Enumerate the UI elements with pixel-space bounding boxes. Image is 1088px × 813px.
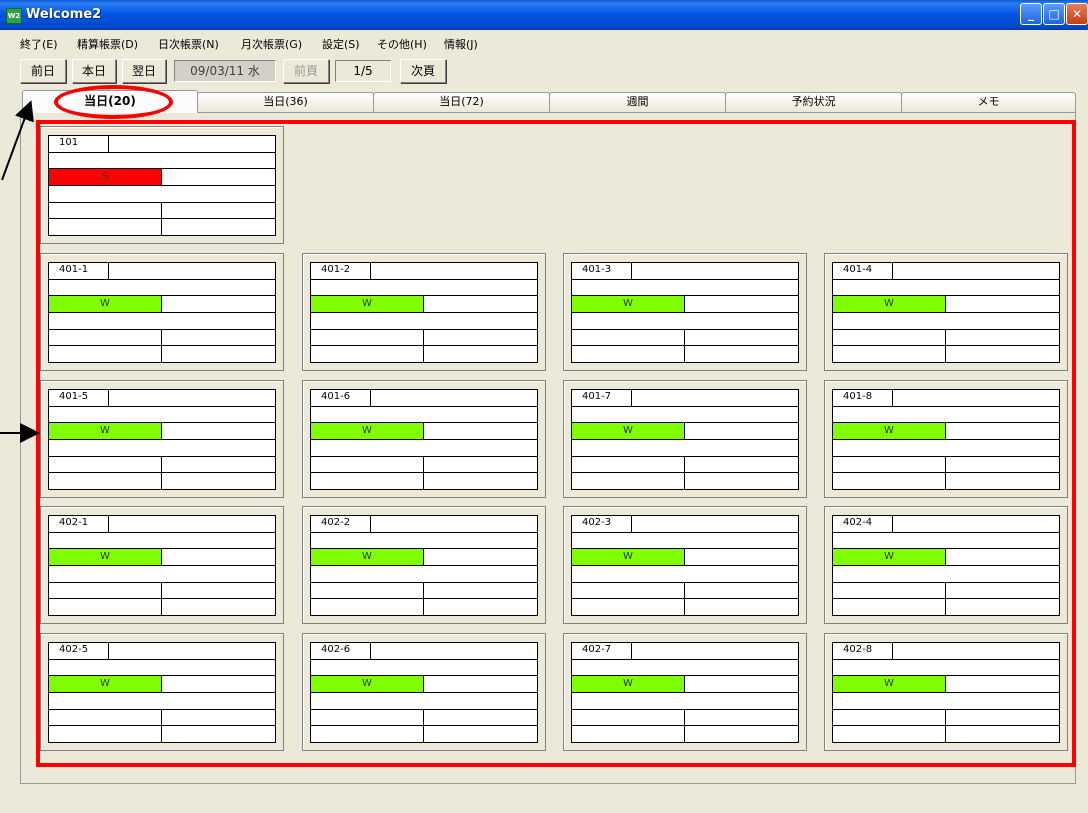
room-number: 401-5 [49, 390, 109, 406]
next-day-button[interactable]: 翌日 [122, 59, 166, 83]
room-card[interactable]: 402-2 W [302, 506, 546, 624]
room-status: W [49, 423, 162, 440]
next-page-button[interactable]: 次頁 [400, 59, 446, 83]
room-table: 402-7 W [571, 642, 799, 743]
room-table: 402-1 W [48, 515, 276, 616]
room-number: 401-8 [833, 390, 893, 406]
room-card[interactable]: 402-4 W [824, 506, 1068, 624]
room-card[interactable]: 401-2 W [302, 253, 546, 371]
room-number: 402-2 [311, 516, 371, 532]
room-table: 402-4 W [832, 515, 1060, 616]
room-card[interactable]: 402-5 W [40, 633, 284, 751]
room-status: W [49, 549, 162, 566]
room-number: 402-5 [49, 643, 109, 659]
menu-exit[interactable]: 終了(E) [20, 36, 58, 52]
room-card[interactable]: 101 S [40, 126, 284, 244]
room-table: 101 S [48, 135, 276, 236]
menu-info[interactable]: 情報(J) [444, 36, 478, 52]
room-status: W [833, 549, 946, 566]
menu-bar: 終了(E) 精算帳票(D) 日次帳票(N) 月次帳票(G) 設定(S) その他(… [0, 32, 1088, 52]
room-table: 401-2 W [310, 262, 538, 363]
room-table: 402-3 W [571, 515, 799, 616]
room-card[interactable]: 401-5 W [40, 380, 284, 498]
room-card[interactable]: 401-7 W [563, 380, 807, 498]
room-table: 402-2 W [310, 515, 538, 616]
room-status: W [833, 676, 946, 693]
room-status: W [311, 676, 424, 693]
room-table: 401-7 W [571, 389, 799, 490]
page-indicator: 1/5 [335, 60, 391, 82]
room-status: W [833, 423, 946, 440]
menu-daily-reports[interactable]: 日次帳票(N) [158, 36, 219, 52]
prev-day-button[interactable]: 前日 [20, 59, 66, 83]
room-table: 401-8 W [832, 389, 1060, 490]
room-card[interactable]: 402-1 W [40, 506, 284, 624]
room-card[interactable]: 401-6 W [302, 380, 546, 498]
prev-page-button[interactable]: 前頁 [283, 59, 329, 83]
room-number: 401-4 [833, 263, 893, 279]
room-number: 401-6 [311, 390, 371, 406]
room-number: 401-2 [311, 263, 371, 279]
room-status: W [49, 296, 162, 313]
maximize-button[interactable]: □ [1043, 3, 1065, 25]
room-card[interactable]: 402-3 W [563, 506, 807, 624]
maximize-icon: □ [1048, 7, 1060, 21]
room-card[interactable]: 401-4 W [824, 253, 1068, 371]
room-number: 402-8 [833, 643, 893, 659]
room-table: 401-4 W [832, 262, 1060, 363]
menu-other[interactable]: その他(H) [377, 36, 427, 52]
room-card[interactable]: 402-6 W [302, 633, 546, 751]
room-card[interactable]: 401-3 W [563, 253, 807, 371]
menu-monthly-reports[interactable]: 月次帳票(G) [241, 36, 302, 52]
room-status: W [572, 296, 685, 313]
room-number: 402-4 [833, 516, 893, 532]
room-table: 402-8 W [832, 642, 1060, 743]
tab-reservation-status[interactable]: 予約状況 [725, 92, 902, 112]
room-status: W [49, 676, 162, 693]
menu-settlement-reports[interactable]: 精算帳票(D) [77, 36, 138, 52]
room-card[interactable]: 402-8 W [824, 633, 1068, 751]
room-card[interactable]: 401-8 W [824, 380, 1068, 498]
window-title: Welcome2 [26, 7, 102, 22]
title-bar[interactable]: W2 Welcome2 _ □ ✕ [0, 0, 1088, 30]
room-status: W [311, 549, 424, 566]
today-button[interactable]: 本日 [72, 59, 116, 83]
room-status: S [49, 169, 162, 186]
minimize-icon: _ [1028, 7, 1034, 21]
room-number: 402-7 [572, 643, 632, 659]
tab-today-72[interactable]: 当日(72) [373, 92, 550, 112]
room-table: 402-6 W [310, 642, 538, 743]
room-number: 401-1 [49, 263, 109, 279]
menu-settings[interactable]: 設定(S) [322, 36, 360, 52]
room-number: 402-6 [311, 643, 371, 659]
room-status: W [311, 296, 424, 313]
room-status: W [572, 549, 685, 566]
close-button[interactable]: ✕ [1066, 3, 1088, 25]
room-card[interactable]: 402-7 W [563, 633, 807, 751]
minimize-button[interactable]: _ [1020, 3, 1042, 25]
highlight-ellipse [54, 85, 173, 119]
tab-weekly[interactable]: 週間 [549, 92, 726, 112]
app-icon: W2 [6, 8, 22, 24]
room-status: W [572, 423, 685, 440]
room-status: W [833, 296, 946, 313]
room-status: W [311, 423, 424, 440]
room-status: W [572, 676, 685, 693]
room-table: 402-5 W [48, 642, 276, 743]
room-table: 401-6 W [310, 389, 538, 490]
room-table: 401-3 W [571, 262, 799, 363]
room-card[interactable]: 401-1 W [40, 253, 284, 371]
room-number: 402-3 [572, 516, 632, 532]
room-table: 401-5 W [48, 389, 276, 490]
room-number: 401-3 [572, 263, 632, 279]
room-number: 401-7 [572, 390, 632, 406]
room-table: 401-1 W [48, 262, 276, 363]
close-icon: ✕ [1071, 7, 1083, 21]
date-display: 09/03/11 水 [174, 60, 276, 82]
room-number: 101 [49, 136, 109, 152]
tab-memo[interactable]: メモ [901, 92, 1076, 112]
room-number: 402-1 [49, 516, 109, 532]
tab-today-36[interactable]: 当日(36) [197, 92, 374, 112]
